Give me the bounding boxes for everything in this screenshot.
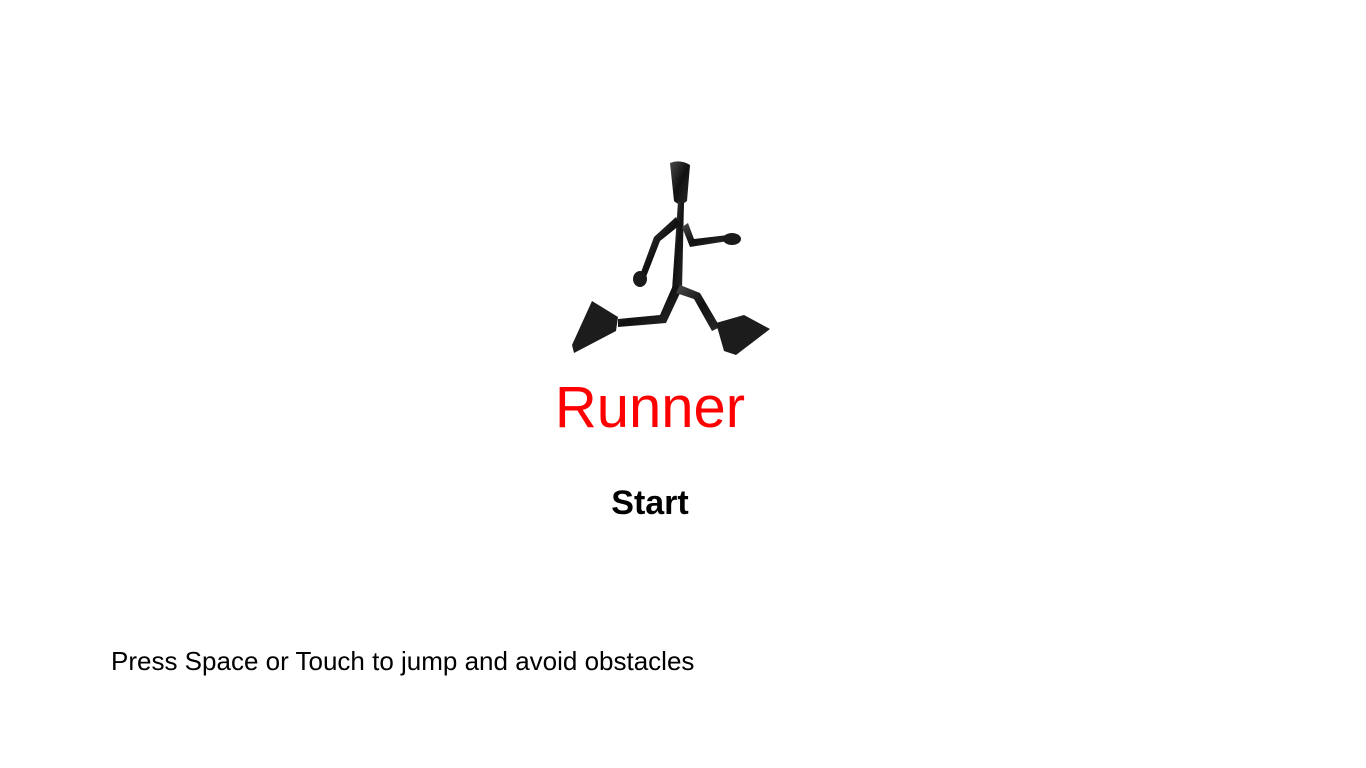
instructions-text: Press Space or Touch to jump and avoid o… [111,646,695,676]
start-button[interactable]: Start [0,482,1300,524]
start-screen: Runner Start Press Space or Touch to jum… [0,0,1366,768]
running-stick-figure-icon [572,161,770,355]
game-title: Runner [554,375,746,440]
